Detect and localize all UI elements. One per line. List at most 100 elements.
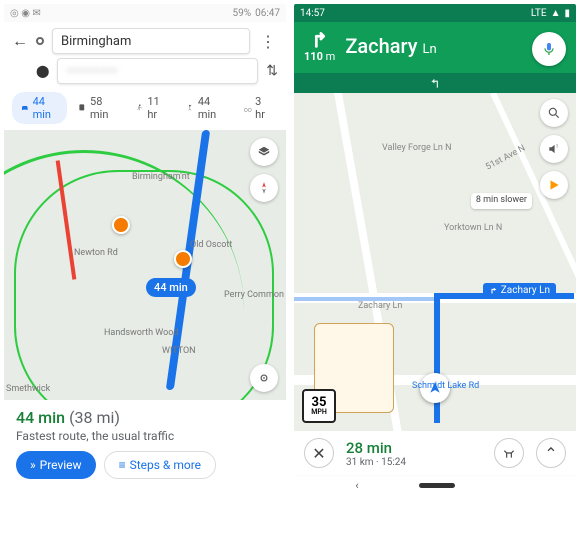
mic-icon bbox=[541, 41, 557, 57]
steps-button[interactable]: ≡ Steps & more bbox=[104, 451, 216, 479]
status-net: LTE bbox=[531, 8, 547, 19]
signal-icon: ▲ bbox=[551, 8, 561, 19]
destination-badge[interactable]: Zachary Ln bbox=[483, 283, 556, 298]
preview-label: Preview bbox=[40, 458, 82, 472]
origin-text: Birmingham bbox=[61, 34, 131, 49]
turn-unit: m bbox=[326, 50, 336, 63]
place-label: Perry Common bbox=[224, 290, 284, 300]
nav-street-suffix: Ln bbox=[423, 42, 437, 57]
bike-icon bbox=[243, 102, 253, 114]
origin-input[interactable]: Birmingham bbox=[52, 28, 250, 54]
road-label: Schmidt Lake Rd bbox=[412, 381, 479, 391]
route-line bbox=[434, 293, 440, 423]
turn-distance: 110 bbox=[304, 50, 323, 63]
layers-icon bbox=[257, 145, 271, 159]
expand-button[interactable]: ⌃ bbox=[536, 438, 566, 468]
mode-rideshare[interactable]: 44 min bbox=[177, 92, 232, 124]
crosshair-icon bbox=[257, 371, 271, 385]
system-nav-bar: ‹ bbox=[294, 475, 576, 495]
status-time: 14:57 bbox=[300, 8, 325, 19]
battery-pct: 59% bbox=[233, 8, 252, 19]
sound-alert-icon: ! bbox=[547, 142, 561, 156]
chevron-right-icon: » bbox=[30, 458, 36, 472]
back-icon[interactable]: ← bbox=[12, 31, 28, 51]
turn-left-icon bbox=[428, 76, 442, 90]
turn-instruction: 110 m bbox=[304, 28, 335, 63]
road-label: Valley Forge Ln N bbox=[382, 143, 452, 153]
summary-distance: (38 mi) bbox=[69, 408, 120, 427]
nav-bottom-bar: ✕ 28 min 31 km · 15:24 ⌃ bbox=[294, 431, 576, 475]
speed-unit: MPH bbox=[311, 409, 327, 416]
turn-right-icon bbox=[309, 28, 331, 50]
mode-transit[interactable]: 58 min bbox=[69, 92, 124, 124]
green-road bbox=[14, 170, 274, 400]
rideshare-icon bbox=[185, 102, 195, 114]
status-bar: 14:57 LTE ▲ ▮ bbox=[294, 4, 576, 22]
nav-search-button[interactable] bbox=[540, 99, 568, 127]
fork-icon bbox=[502, 446, 516, 460]
summary-desc: Fastest route, the usual traffic bbox=[16, 429, 274, 443]
sys-back-icon[interactable]: ‹ bbox=[355, 479, 358, 492]
turn-right-icon bbox=[489, 286, 498, 295]
sys-home-pill[interactable] bbox=[419, 483, 455, 488]
slower-route-tag[interactable]: 8 min slower bbox=[471, 193, 532, 209]
compass-icon bbox=[257, 181, 271, 195]
nav-subinfo: 31 km · 15:24 bbox=[346, 457, 482, 468]
road-label: Zachary Ln bbox=[358, 301, 402, 311]
directions-screen: ◎ ◉ ✉ 59% 06:47 ← Birmingham ⋮ ⬤ –––––– … bbox=[4, 4, 286, 531]
walk-icon bbox=[135, 102, 145, 114]
play-music-button[interactable] bbox=[540, 171, 568, 199]
incident-dot-icon[interactable] bbox=[112, 216, 130, 234]
road-label: Yorktown Ln N bbox=[444, 223, 502, 233]
more-icon[interactable]: ⋮ bbox=[258, 32, 278, 51]
destination-text: –––––– bbox=[66, 64, 117, 79]
mode-car[interactable]: 44 min bbox=[12, 92, 67, 124]
layers-button[interactable] bbox=[250, 138, 278, 166]
svg-text:!: ! bbox=[556, 144, 557, 150]
nav-map-canvas[interactable]: ! 8 min slower Zachary Ln 35 MPH Valley … bbox=[294, 93, 576, 431]
place-label: Newton Rd bbox=[74, 248, 118, 258]
exit-nav-button[interactable]: ✕ bbox=[304, 438, 334, 468]
steps-label: Steps & more bbox=[130, 458, 201, 472]
route-eta-badge[interactable]: 44 min bbox=[146, 278, 196, 297]
mode-walk-label: 11 hr bbox=[147, 95, 167, 121]
navigation-screen: 14:57 LTE ▲ ▮ 110 m Zachary Ln bbox=[294, 4, 576, 531]
alt-routes-button[interactable] bbox=[494, 438, 524, 468]
compass-button[interactable] bbox=[250, 174, 278, 202]
preview-button[interactable]: » Preview bbox=[16, 451, 96, 479]
train-icon bbox=[77, 102, 87, 114]
mode-transit-label: 58 min bbox=[90, 95, 117, 121]
voice-search-button[interactable] bbox=[532, 32, 566, 66]
list-icon: ≡ bbox=[119, 458, 126, 472]
mute-button[interactable]: ! bbox=[540, 135, 568, 163]
nav-eta: 28 min bbox=[346, 439, 482, 457]
place-label: Handsworth Wood bbox=[104, 328, 179, 338]
status-time: 06:47 bbox=[255, 8, 280, 19]
play-icon bbox=[547, 178, 561, 192]
place-label: Old Oscott bbox=[190, 240, 232, 250]
mode-walk[interactable]: 11 hr bbox=[127, 92, 175, 124]
search-panel: ← Birmingham ⋮ ⬤ –––––– ⇅ bbox=[4, 22, 286, 90]
destination-pin-icon: ⬤ bbox=[36, 64, 49, 78]
mode-rideshare-label: 44 min bbox=[198, 95, 225, 121]
origin-dot-icon bbox=[36, 37, 44, 45]
locate-button[interactable] bbox=[250, 364, 278, 392]
status-icons: ◎ ◉ ✉ bbox=[10, 8, 41, 19]
mode-car-label: 44 min bbox=[33, 95, 60, 121]
close-icon: ✕ bbox=[312, 444, 325, 463]
map-canvas[interactable]: 44 min Newton Rd Old Oscott Birmingham'n… bbox=[4, 130, 286, 400]
place-label: Smethwick bbox=[6, 384, 50, 394]
next-turn-peek[interactable] bbox=[294, 73, 576, 93]
place-label: Birmingham'nt bbox=[132, 172, 190, 182]
mode-bike-label: 3 hr bbox=[255, 95, 270, 121]
mode-bike[interactable]: 3 hr bbox=[235, 92, 278, 124]
place-label: WITTON bbox=[162, 346, 196, 356]
swap-icon[interactable]: ⇅ bbox=[266, 63, 278, 79]
summary-eta: 44 min bbox=[16, 408, 65, 427]
status-bar: ◎ ◉ ✉ 59% 06:47 bbox=[4, 4, 286, 22]
destination-badge-text: Zachary Ln bbox=[501, 285, 550, 296]
destination-input[interactable]: –––––– bbox=[57, 58, 258, 84]
incident-dot-icon[interactable] bbox=[174, 250, 192, 268]
route-summary: 44 min (38 mi) Fastest route, the usual … bbox=[4, 400, 286, 487]
travel-modes: 44 min 58 min 11 hr 44 min 3 hr bbox=[4, 90, 286, 130]
